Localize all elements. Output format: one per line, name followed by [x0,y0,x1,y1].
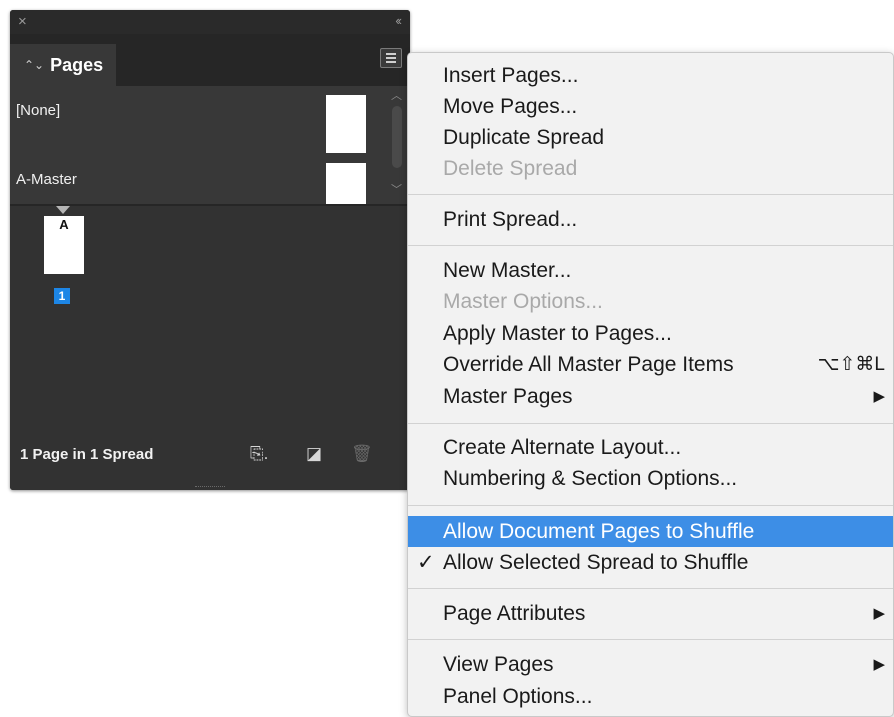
menu-item-shortcut: ⌥⇧⌘L [817,354,885,375]
resize-grip[interactable] [195,486,225,490]
edit-page-size-icon[interactable]: ⎘. [250,444,268,464]
menu-separator [408,505,893,506]
menu-item-master-options: Master Options... [408,286,893,317]
submenu-arrow-icon: ▶ [873,656,885,673]
scroll-thumb[interactable] [392,106,402,168]
menu-item-label: Allow Document Pages to Shuffle [443,520,755,543]
menu-item-label: Numbering & Section Options... [443,467,738,490]
panel-tabbar: ⌃⌄ Pages [10,34,410,86]
menu-separator [408,194,893,195]
submenu-arrow-icon: ▶ [873,388,885,405]
menu-item-new-master[interactable]: New Master... [408,255,893,286]
menu-item-insert-pages[interactable]: Insert Pages... [408,60,893,91]
master-thumbnail[interactable] [326,95,366,153]
master-thumbnail[interactable] [326,163,366,204]
masters-section: [None] A-Master ︿ ﹀ [10,86,410,204]
menu-item-label: Insert Pages... [443,64,579,87]
menu-item-delete-spread: Delete Spread [408,153,893,184]
menu-item-label: View Pages [443,653,554,676]
menu-item-apply-master[interactable]: Apply Master to Pages... [408,318,893,349]
delete-page-icon[interactable]: 🗑 [351,444,373,464]
close-icon[interactable]: × [18,13,27,31]
new-page-icon[interactable]: ◪ [306,444,322,464]
menu-item-label: Panel Options... [443,685,593,708]
menu-item-numbering-section-options[interactable]: Numbering & Section Options... [408,463,893,494]
menu-item-page-attributes[interactable]: Page Attributes ▶ [408,598,893,629]
page-thumbnail[interactable]: A [44,216,84,274]
pages-section: A 1 [10,206,410,428]
menu-item-label: Page Attributes [443,602,586,625]
menu-item-panel-options[interactable]: Panel Options... [408,681,893,712]
checkmark-icon: ✓ [417,551,435,574]
status-text: 1 Page in 1 Spread [20,446,154,463]
menu-item-create-alternate-layout[interactable]: Create Alternate Layout... [408,432,893,463]
scroll-down-icon[interactable]: ﹀ [391,184,402,196]
menu-item-label: Duplicate Spread [443,126,605,149]
masters-scrollbar[interactable]: ︿ ﹀ [388,86,404,204]
collapse-panel-icon[interactable]: ‹‹ [395,12,402,30]
panel-status-bar: 1 Page in 1 Spread ⎘. ◪ 🗑 [10,428,410,490]
menu-item-label: Delete Spread [443,157,578,180]
menu-item-label: Move Pages... [443,95,578,118]
menu-item-allow-document-pages-shuffle[interactable]: Allow Document Pages to Shuffle [408,516,893,547]
menu-item-label: Master Pages [443,385,573,408]
menu-item-label: Allow Selected Spread to Shuffle [443,551,749,574]
menu-item-master-pages[interactable]: Master Pages ▶ [408,381,893,412]
menu-separator [408,588,893,589]
panel-menu-icon[interactable] [380,48,402,68]
menu-item-move-pages[interactable]: Move Pages... [408,91,893,122]
master-prefix: A [59,217,69,232]
menu-item-duplicate-spread[interactable]: Duplicate Spread [408,122,893,153]
master-label: A-Master [16,171,77,188]
menu-item-label: Create Alternate Layout... [443,436,682,459]
tab-pages-label: Pages [50,54,104,75]
scroll-up-icon[interactable]: ︿ [391,90,402,102]
menu-item-label: New Master... [443,259,572,282]
pages-panel: × ‹‹ ⌃⌄ Pages [None] A-Master ︿ ﹀ A 1 1 … [10,10,410,490]
page-marker-icon [56,206,70,214]
menu-item-view-pages[interactable]: View Pages ▶ [408,649,893,680]
menu-separator [408,639,893,640]
menu-item-label: Master Options... [443,290,603,313]
panel-flyout-menu: Insert Pages... Move Pages... Duplicate … [407,52,894,717]
menu-item-label: Print Spread... [443,208,578,231]
menu-item-override-master-items[interactable]: Override All Master Page Items ⌥⇧⌘L [408,349,893,380]
menu-separator [408,245,893,246]
panel-titlebar: × ‹‹ [10,10,410,34]
menu-item-print-spread[interactable]: Print Spread... [408,204,893,235]
submenu-arrow-icon: ▶ [873,605,885,622]
menu-item-label: Apply Master to Pages... [443,322,672,345]
tab-expand-icon: ⌃⌄ [24,58,45,72]
menu-item-allow-selected-spread-shuffle[interactable]: ✓ Allow Selected Spread to Shuffle [408,547,893,578]
tab-pages[interactable]: ⌃⌄ Pages [10,44,116,86]
menu-item-label: Override All Master Page Items [443,353,734,376]
master-label: [None] [16,102,61,119]
menu-separator [408,423,893,424]
page-number[interactable]: 1 [54,288,70,304]
